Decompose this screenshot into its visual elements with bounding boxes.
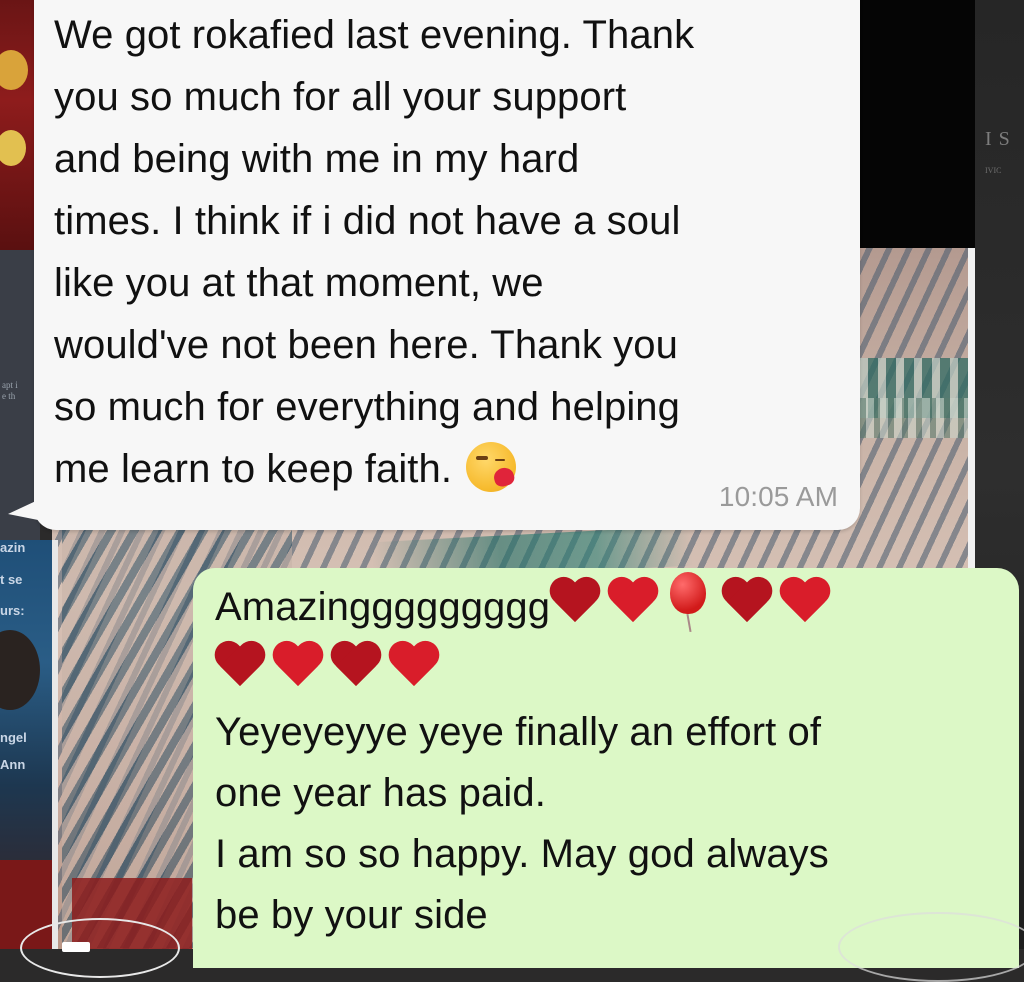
message-line: We got rokafied last evening. Thank [54, 13, 695, 57]
background-face [0, 630, 40, 710]
background-divider [52, 540, 58, 949]
message-line-emoji-1: Amazinggggggggg [215, 572, 999, 638]
background-strip-label: ngel [0, 730, 27, 745]
background-strip-label: Ann [0, 757, 26, 772]
message-line: would've not been here. Thank you [54, 323, 678, 367]
message-line-emoji-2 [215, 638, 999, 702]
balloon-emoji-icon [666, 572, 710, 632]
message-line: so much for everything and helping [54, 385, 680, 429]
outgoing-message-bubble[interactable]: Amazinggggggggg Yeyeyeyye yeye finally a… [193, 568, 1019, 968]
message-line: I am so so happy. May god always [215, 832, 829, 876]
message-line: like you at that moment, we [54, 261, 544, 305]
red-heart-emoji-icon [215, 638, 267, 690]
message-line: Yeyeyeyye yeye finally an effort of [215, 710, 822, 754]
red-heart-emoji-icon [722, 574, 774, 626]
red-heart-emoji-icon [608, 574, 660, 626]
red-heart-emoji-icon [550, 574, 602, 626]
message-line: and being with me in my hard [54, 137, 580, 181]
bottom-overlay-button[interactable] [838, 912, 1024, 982]
background-top-dark-area [860, 0, 975, 250]
background-blob [0, 130, 26, 166]
bottom-overlay-indicator [62, 942, 90, 952]
background-text-line: e th [2, 391, 16, 401]
red-heart-emoji-icon [780, 574, 832, 626]
message-timestamp: 10:05 AM [718, 481, 838, 512]
red-heart-emoji-icon [273, 638, 325, 690]
background-right-small-text: IVIC [985, 166, 1002, 175]
background-strip-label: urs: [0, 603, 25, 618]
background-text-line: apt i [2, 380, 18, 390]
bubble-tail [8, 500, 38, 520]
background-strip-label: azin [0, 540, 26, 555]
background-strip-label: t se [0, 572, 23, 587]
incoming-message-bubble[interactable]: We got rokafied last evening. Thank you … [8, 0, 860, 530]
message-text: Amazinggggggggg [215, 585, 551, 629]
background-right-text: I S [985, 128, 1011, 150]
message-line: you so much for all your support [54, 75, 627, 119]
message-line-text: me learn to keep faith. [54, 447, 453, 491]
red-heart-emoji-icon [389, 638, 441, 690]
red-heart-emoji-icon [331, 638, 383, 690]
background-left-text: apt i e th [2, 380, 18, 402]
message-line: times. I think if i did not have a soul [54, 199, 681, 243]
kissing-face-emoji-icon [466, 442, 517, 492]
bottom-overlay-button[interactable] [20, 918, 180, 978]
background-blob [0, 50, 28, 90]
message-line: one year has paid. [215, 771, 546, 815]
